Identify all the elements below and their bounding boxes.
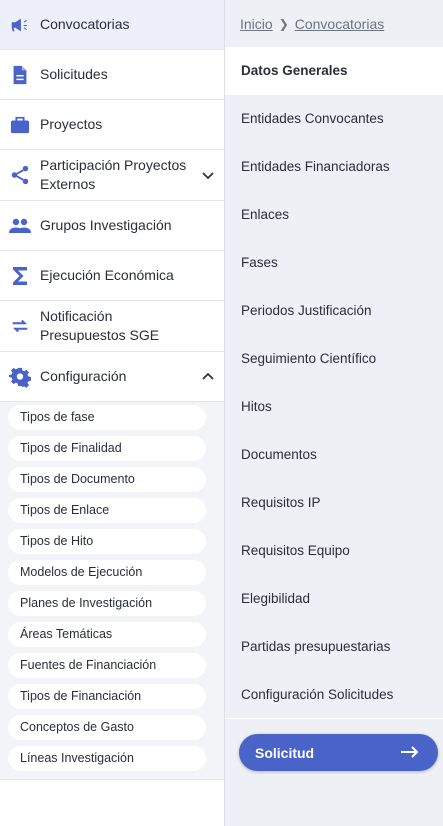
chevron-down-icon[interactable] bbox=[200, 167, 216, 183]
configuracion-submenu: Tipos de fase Tipos de Finalidad Tipos d… bbox=[0, 402, 224, 780]
nav-item-configuracion[interactable]: Configuración bbox=[0, 352, 224, 402]
submenu-item-fuentes-de-financiacion[interactable]: Fuentes de Financiación bbox=[8, 653, 206, 678]
nav-item-proyectos[interactable]: Proyectos bbox=[0, 100, 224, 150]
nav-item-notificacion-presupuestos-sge[interactable]: Notificación Presupuestos SGE bbox=[0, 301, 224, 352]
section-seguimiento-cientifico[interactable]: Seguimiento Científico bbox=[225, 335, 443, 383]
section-configuracion-solicitudes[interactable]: Configuración Solicitudes bbox=[225, 671, 443, 719]
section-elegibilidad[interactable]: Elegibilidad bbox=[225, 575, 443, 623]
submenu-item-planes-de-investigacion[interactable]: Planes de Investigación bbox=[8, 591, 206, 616]
left-navigation: Convocatorias Solicitudes Proyectos Part… bbox=[0, 0, 225, 826]
swap-arrows-icon bbox=[8, 314, 32, 338]
nav-item-grupos-investigacion[interactable]: Grupos Investigación bbox=[0, 201, 224, 251]
nav-label: Proyectos bbox=[40, 116, 103, 132]
breadcrumb-home-link[interactable]: Inicio bbox=[240, 16, 273, 32]
nav-label: Solicitudes bbox=[40, 66, 108, 82]
breadcrumb-current-link[interactable]: Convocatorias bbox=[295, 16, 385, 32]
section-list: Datos Generales Entidades Convocantes En… bbox=[225, 47, 443, 719]
section-datos-generales[interactable]: Datos Generales bbox=[225, 47, 443, 95]
megaphone-icon bbox=[8, 13, 32, 37]
nav-label: Grupos Investigación bbox=[40, 217, 172, 233]
nav-label: Notificación Presupuestos SGE bbox=[40, 308, 160, 343]
chevron-up-icon[interactable] bbox=[200, 369, 216, 385]
group-icon bbox=[8, 214, 32, 238]
submenu-item-lineas-investigacion[interactable]: Líneas Investigación bbox=[8, 746, 206, 771]
nav-label: Participación Proyectos Externos bbox=[40, 157, 187, 192]
section-requisitos-ip[interactable]: Requisitos IP bbox=[225, 479, 443, 527]
nav-label: Ejecución Económica bbox=[40, 267, 174, 283]
submenu-item-tipos-de-finalidad[interactable]: Tipos de Finalidad bbox=[8, 436, 206, 461]
nav-label: Convocatorias bbox=[40, 16, 130, 32]
share-icon bbox=[8, 163, 32, 187]
submenu-item-modelos-de-ejecucion[interactable]: Modelos de Ejecución bbox=[8, 560, 206, 585]
submenu-item-tipos-de-financiacion[interactable]: Tipos de Financiación bbox=[8, 684, 206, 709]
section-entidades-convocantes[interactable]: Entidades Convocantes bbox=[225, 95, 443, 143]
section-enlaces[interactable]: Enlaces bbox=[225, 191, 443, 239]
solicitud-button[interactable]: Solicitud bbox=[239, 734, 438, 771]
sigma-icon bbox=[8, 264, 32, 288]
nav-item-convocatorias[interactable]: Convocatorias bbox=[0, 0, 224, 50]
nav-label: Configuración bbox=[40, 368, 127, 384]
divider bbox=[225, 718, 443, 719]
breadcrumb: Inicio ❯ Convocatorias bbox=[240, 16, 384, 32]
document-icon bbox=[8, 63, 32, 87]
submenu-item-tipos-de-documento[interactable]: Tipos de Documento bbox=[8, 467, 206, 492]
section-requisitos-equipo[interactable]: Requisitos Equipo bbox=[225, 527, 443, 575]
nav-item-ejecucion-economica[interactable]: Ejecución Económica bbox=[0, 251, 224, 301]
nav-item-participacion-proyectos-externos[interactable]: Participación Proyectos Externos bbox=[0, 150, 224, 201]
submenu-item-conceptos-de-gasto[interactable]: Conceptos de Gasto bbox=[8, 715, 206, 740]
section-documentos[interactable]: Documentos bbox=[225, 431, 443, 479]
section-panel: Inicio ❯ Convocatorias Datos Generales E… bbox=[225, 0, 443, 826]
section-partidas-presupuestarias[interactable]: Partidas presupuestarias bbox=[225, 623, 443, 671]
arrow-right-icon bbox=[401, 746, 419, 758]
nav-item-solicitudes[interactable]: Solicitudes bbox=[0, 50, 224, 100]
section-entidades-financiadoras[interactable]: Entidades Financiadoras bbox=[225, 143, 443, 191]
briefcase-icon bbox=[8, 113, 32, 137]
section-hitos[interactable]: Hitos bbox=[225, 383, 443, 431]
chevron-right-icon: ❯ bbox=[278, 17, 289, 31]
section-periodos-justificacion[interactable]: Periodos Justificación bbox=[225, 287, 443, 335]
gear-icon bbox=[8, 365, 32, 389]
submenu-item-tipos-de-hito[interactable]: Tipos de Hito bbox=[8, 529, 206, 554]
section-fases[interactable]: Fases bbox=[225, 239, 443, 287]
solicitud-button-label: Solicitud bbox=[255, 744, 315, 761]
submenu-item-tipos-de-enlace[interactable]: Tipos de Enlace bbox=[8, 498, 206, 523]
submenu-item-areas-tematicas[interactable]: Áreas Temáticas bbox=[8, 622, 206, 647]
submenu-item-tipos-de-fase[interactable]: Tipos de fase bbox=[8, 405, 206, 430]
